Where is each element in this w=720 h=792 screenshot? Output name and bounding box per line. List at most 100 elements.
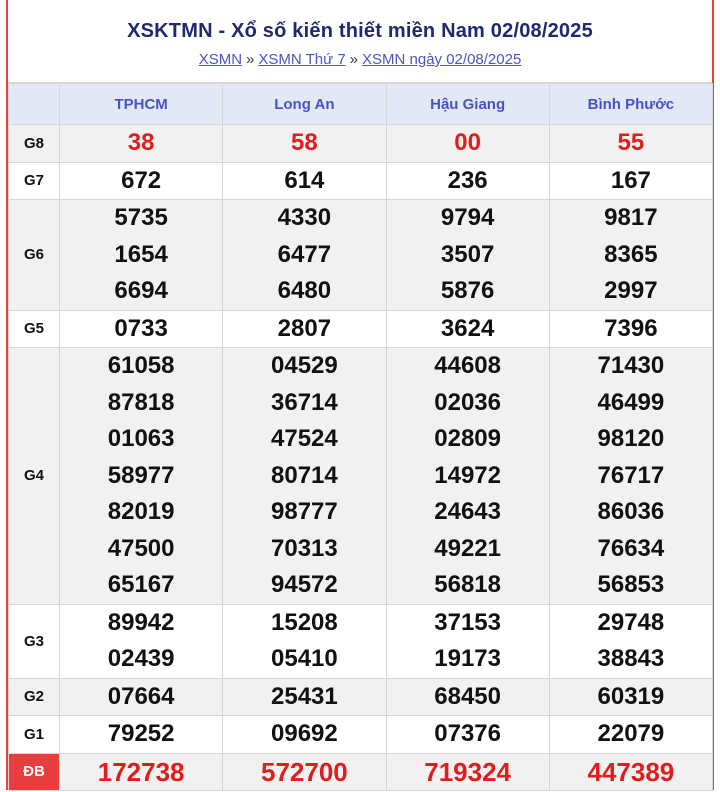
prize-number: 87818: [107, 388, 175, 416]
prize-cell: 37153 19173: [385, 603, 550, 679]
prize-cell: 719324: [385, 752, 550, 791]
page-title: XSKTMN - Xổ số kiến thiết miền Nam 02/08…: [127, 20, 593, 42]
prize-label: G2: [8, 677, 60, 716]
prize-number: 6477: [277, 240, 332, 268]
prize-row: G5 0733 2807 3624 7396: [8, 309, 714, 348]
prize-row: G7 672 614 236 167: [8, 161, 714, 200]
prize-label: G1: [8, 715, 60, 754]
prize-number: 2997: [604, 277, 658, 304]
results-table: TPHCM Long An Hậu Giang Bình Phước G8 38 5…: [8, 83, 714, 791]
prize-cell: 7396: [548, 309, 714, 348]
prize-cell: 2807: [222, 309, 387, 348]
prize-number: 719324: [424, 756, 511, 787]
prize-number: 236: [447, 166, 488, 194]
results-panel: XSKTMN - Xổ số kiến thiết miền Nam 02/08…: [6, 0, 714, 791]
prize-row: G3 89942 02439 15208 05410 37153 19173 29748 388…: [8, 603, 714, 679]
prize-number: 71430: [597, 352, 665, 379]
prize-number: 94572: [271, 571, 338, 598]
prize-cell: 672: [58, 161, 224, 200]
prize-number: 68450: [434, 682, 501, 710]
province-header[interactable]: Long An: [222, 83, 387, 125]
prize-cell: 236: [385, 161, 550, 200]
prize-number: 65167: [107, 571, 175, 598]
prize-cell: 60319: [548, 677, 714, 716]
prize-cell: 447389: [548, 752, 714, 791]
prize-label: G7: [8, 161, 60, 200]
prize-number: 49221: [434, 534, 501, 562]
breadcrumb-separator: »: [246, 51, 255, 68]
prize-cell: 44608 02036 02809 14972 24643 49221 56818: [385, 347, 550, 605]
province-header[interactable]: Hậu Giang: [385, 83, 550, 125]
prize-number: 36714: [271, 388, 338, 416]
breadcrumb-link-xsmn-thu7[interactable]: XSMN Thứ 7: [258, 51, 345, 68]
prize-number: 167: [610, 166, 651, 194]
prize-number: 8365: [604, 240, 658, 268]
prize-number: 6694: [114, 277, 168, 304]
prize-row: G6 5735 1654 6694 4330 6477 6480 9794 3507 5876 98…: [8, 199, 714, 311]
prize-number: 172738: [97, 756, 185, 787]
breadcrumb-link-xsmn[interactable]: XSMN: [199, 51, 242, 68]
prize-number: 01063: [107, 425, 175, 452]
breadcrumb-separator: »: [349, 51, 359, 68]
prize-number: 86036: [597, 498, 665, 525]
prize-cell: 572700: [222, 752, 387, 791]
prize-number: 80714: [271, 461, 338, 489]
prize-number: 02809: [434, 425, 501, 452]
prize-row: G4 61058 87818 01063 58977 82019 47500 65167 045…: [8, 347, 714, 605]
prize-cell: 29748 38843: [548, 603, 714, 679]
prize-number: 38: [127, 129, 155, 156]
prize-number: 00: [454, 129, 481, 156]
province-header[interactable]: TPHCM: [58, 83, 224, 125]
prize-cell: 71430 46499 98120 76717 86036 76634 56853: [548, 347, 714, 605]
prize-number: 29748: [597, 608, 665, 636]
prize-row: G2 07664 25431 68450 60319: [8, 677, 714, 716]
breadcrumb-link-xsmn-date[interactable]: XSMN ngày 02/08/2025: [362, 51, 521, 68]
prize-cell: 07664: [58, 677, 224, 716]
prize-number: 24643: [434, 498, 501, 525]
prize-number: 02036: [434, 388, 501, 416]
prize-cell: 25431: [222, 677, 387, 716]
prize-number: 46499: [597, 388, 665, 416]
prize-cell: 68450: [385, 677, 550, 716]
prize-row: G8 38 58 00 55: [8, 124, 714, 163]
prize-number: 47524: [271, 425, 338, 452]
prize-cell: 9817 8365 2997: [548, 199, 714, 311]
prize-number: 9794: [440, 204, 495, 231]
prize-number: 89942: [107, 608, 175, 636]
prize-cell: 0733: [58, 309, 224, 348]
prize-number: 98777: [271, 498, 338, 525]
prize-number: 02439: [107, 645, 175, 672]
prize-number: 0733: [114, 314, 168, 342]
prize-number: 04529: [271, 352, 338, 379]
prize-cell: 00: [385, 124, 550, 163]
prize-number: 6480: [277, 277, 332, 304]
prize-number: 614: [284, 166, 325, 194]
prize-number: 572700: [260, 756, 348, 787]
prize-number: 58977: [107, 461, 175, 489]
prize-number: 05410: [271, 645, 338, 672]
prize-number: 4330: [277, 204, 332, 231]
prize-cell: 04529 36714 47524 80714 98777 70313 94572: [222, 347, 387, 605]
prize-cell: 5735 1654 6694: [58, 199, 224, 311]
prize-number: 56853: [597, 571, 665, 598]
prize-cell: 3624: [385, 309, 550, 348]
prize-cell: 38: [58, 124, 224, 163]
prize-cell: 614: [222, 161, 387, 200]
prize-number: 47500: [107, 534, 175, 562]
corner-cell: [8, 83, 60, 125]
prize-number: 07664: [107, 682, 175, 710]
province-header[interactable]: Bình Phước: [548, 83, 714, 125]
prize-cell: 09692: [222, 715, 387, 754]
prize-number: 1654: [114, 240, 168, 268]
prize-number: 61058: [107, 352, 175, 379]
prize-number: 44608: [434, 352, 501, 379]
prize-table-body: G8 38 58 00 55 G7 672 614 236 167 G6 5735 1654 6694 43…: [8, 124, 714, 791]
prize-label: G5: [8, 309, 60, 348]
prize-number: 672: [121, 166, 162, 194]
prize-cell: 4330 6477 6480: [222, 199, 387, 311]
prize-number: 25431: [271, 682, 338, 710]
prize-number: 9817: [604, 204, 658, 231]
prize-cell: 55: [548, 124, 714, 163]
prize-number: 82019: [107, 498, 175, 525]
prize-cell: 61058 87818 01063 58977 82019 47500 65167: [58, 347, 224, 605]
